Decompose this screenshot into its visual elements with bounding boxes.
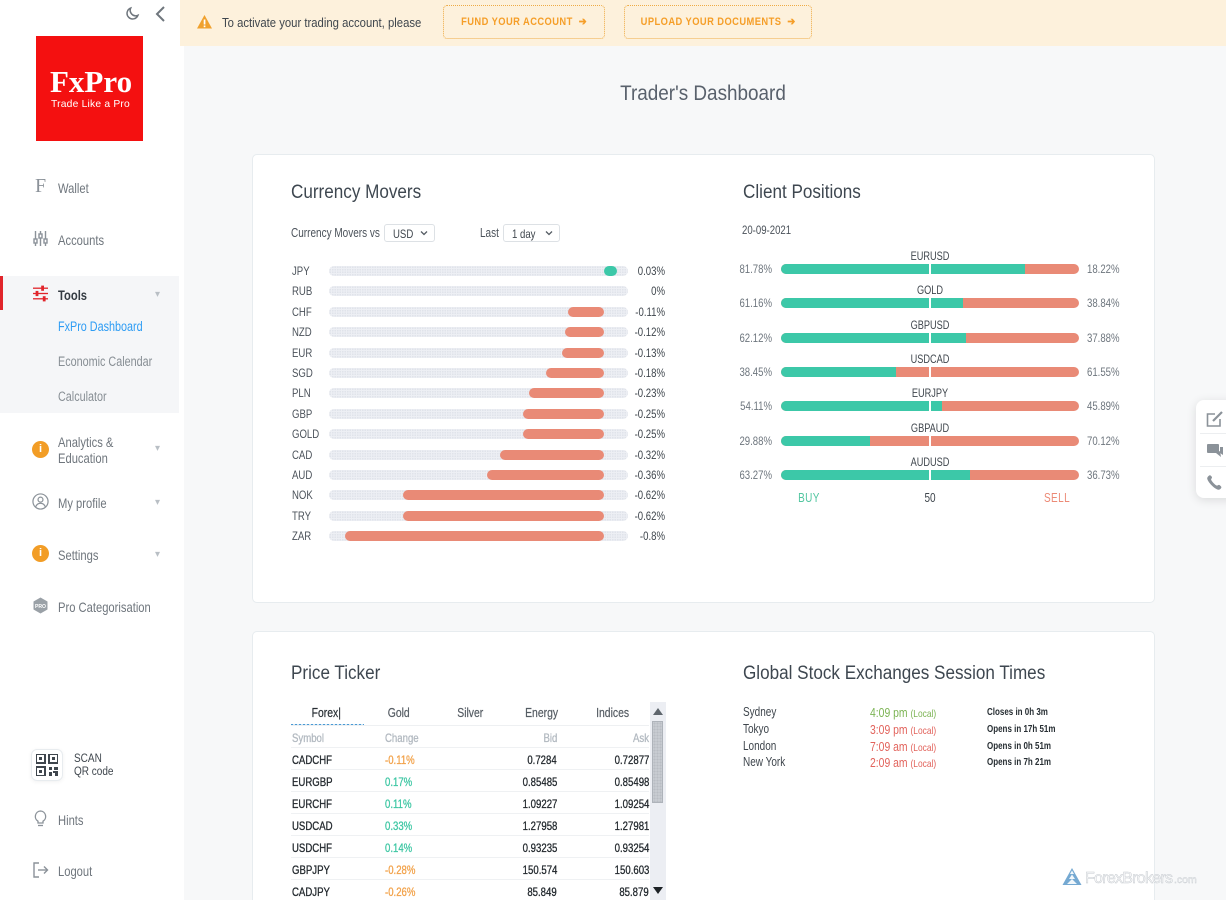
svg-text:PRO: PRO [35,604,46,610]
svg-text:ForexBrokers: ForexBrokers [1085,870,1173,887]
svg-text:.com: .com [1174,874,1197,886]
